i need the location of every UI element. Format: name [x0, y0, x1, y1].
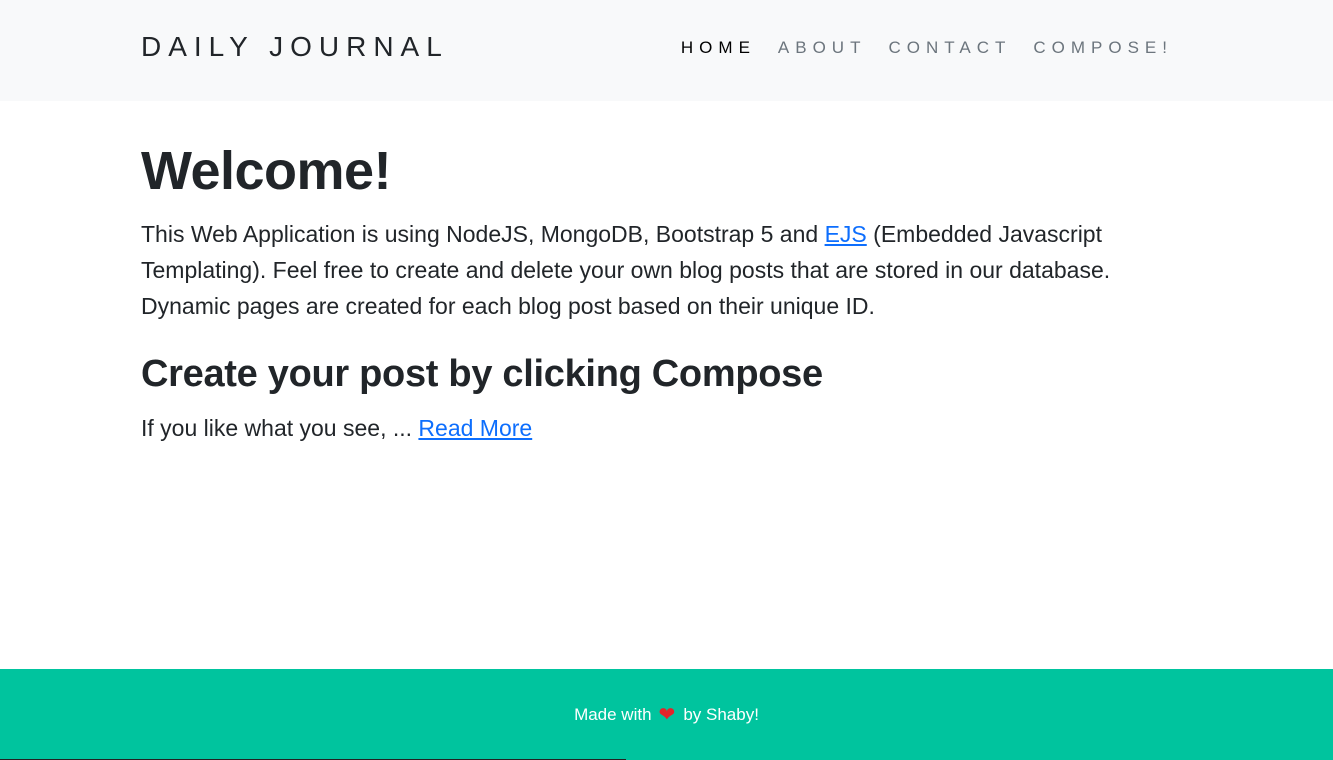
- intro-paragraph: This Web Application is using NodeJS, Mo…: [141, 216, 1201, 324]
- nav-item-compose[interactable]: COMPOSE!: [1033, 38, 1173, 58]
- post-title: Create your post by clicking Compose: [141, 353, 823, 395]
- post-excerpt-text: If you like what you see, ...: [141, 415, 419, 441]
- footer: Made with ❤ by Shaby!: [0, 669, 1333, 760]
- nav-item-about[interactable]: ABOUT: [778, 38, 867, 58]
- nav-menu: HOME ABOUT CONTACT COMPOSE!: [659, 38, 1173, 58]
- nav-item-contact[interactable]: CONTACT: [888, 38, 1011, 58]
- read-more-link[interactable]: Read More: [418, 415, 532, 441]
- footer-text-start: Made with: [574, 704, 652, 724]
- brand-logo[interactable]: DAILY JOURNAL: [141, 31, 449, 63]
- nav-item-home[interactable]: HOME: [681, 38, 756, 58]
- heart-icon: ❤: [658, 703, 676, 726]
- footer-text-end: by Shaby!: [683, 704, 759, 724]
- ejs-link[interactable]: EJS: [825, 221, 867, 247]
- main-content: Welcome! This Web Application is using N…: [141, 135, 1201, 444]
- navbar: DAILY JOURNAL HOME ABOUT CONTACT COMPOSE…: [0, 0, 1333, 101]
- intro-text-start: This Web Application is using NodeJS, Mo…: [141, 221, 825, 247]
- page-title: Welcome!: [141, 141, 392, 201]
- post-excerpt: If you like what you see, ... Read More: [141, 412, 1201, 444]
